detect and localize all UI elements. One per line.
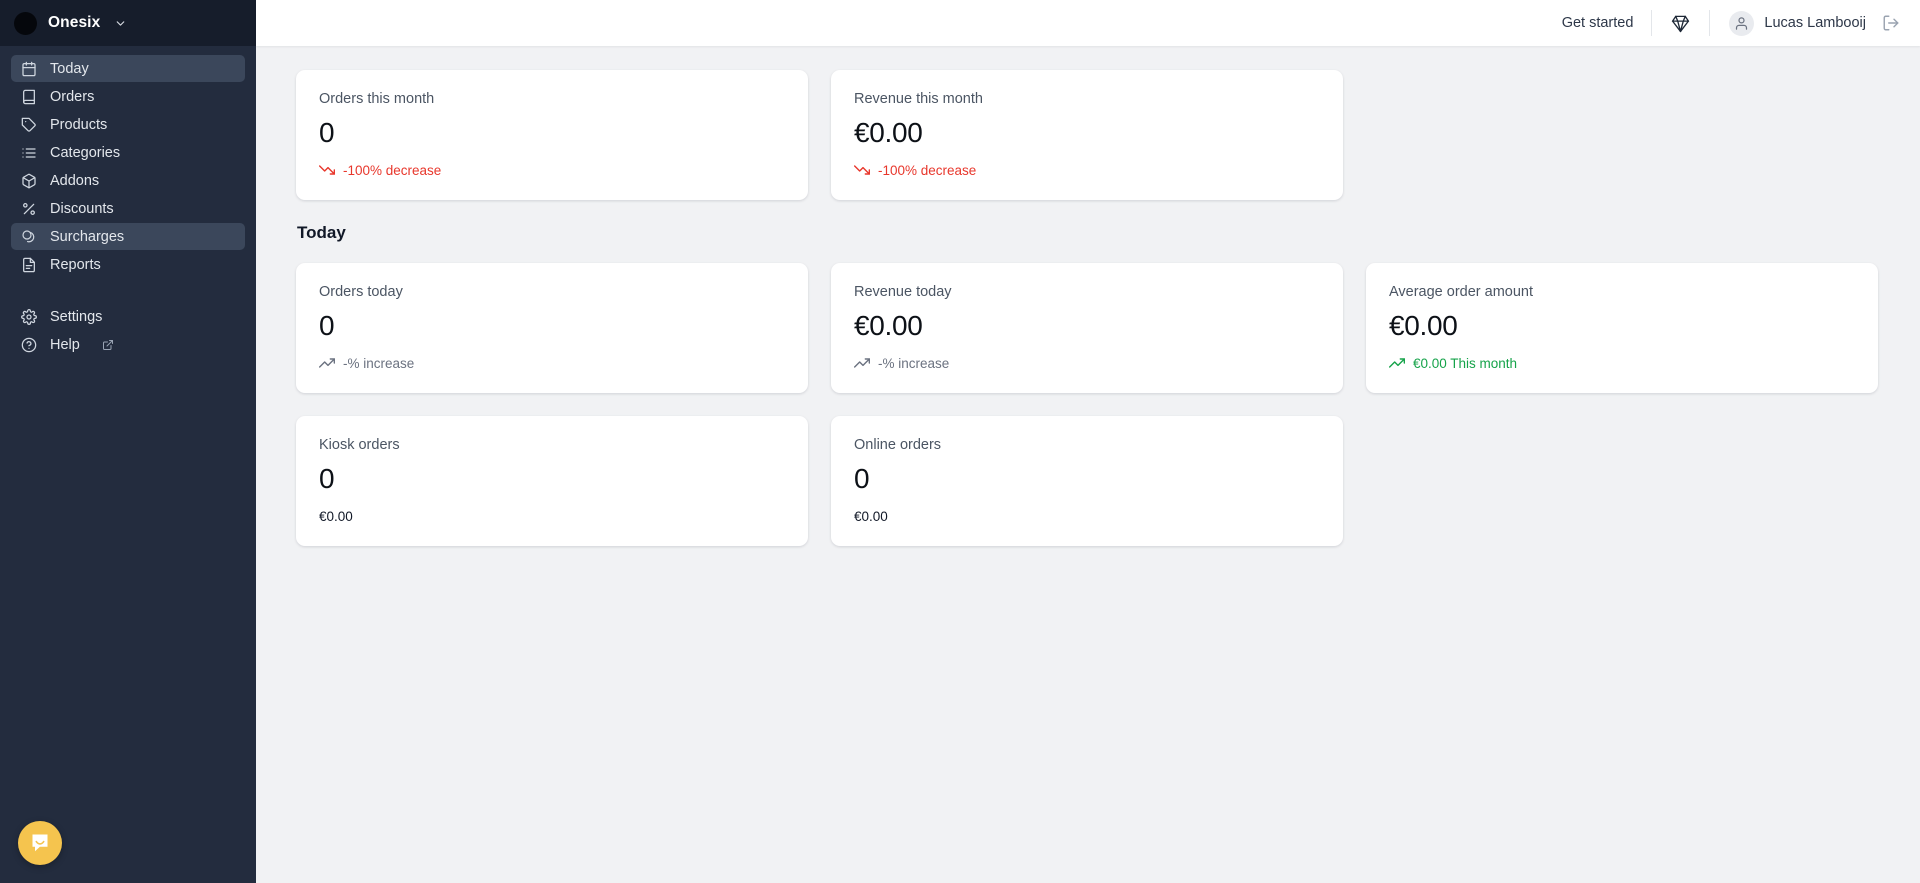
sidebar-item-label: Discounts (50, 200, 114, 217)
card-trend: -% increase (854, 355, 1320, 371)
list-icon (20, 144, 37, 161)
sidebar-item-help[interactable]: Help (11, 331, 245, 358)
coins-icon (20, 228, 37, 245)
sidebar-item-label: Surcharges (50, 228, 125, 245)
card-subvalue: €0.00 (319, 508, 353, 524)
sidebar-item-categories[interactable]: Categories (11, 139, 245, 166)
card-trend: -100% decrease (854, 162, 1320, 178)
card-trend: -% increase (319, 355, 785, 371)
sidebar-item-discounts[interactable]: Discounts (11, 195, 245, 222)
calendar-icon (20, 60, 37, 77)
card-revenue-this-month: Revenue this month €0.00 -100% decrease (831, 70, 1343, 201)
card-label: Revenue this month (854, 91, 983, 107)
sidebar-item-label: Settings (50, 308, 103, 325)
card-label: Revenue today (854, 284, 952, 301)
sidebar-item-products[interactable]: Products (11, 111, 245, 138)
card-trend-text: €0.00 This month (1413, 355, 1518, 371)
card-trend-text: -100% decrease (878, 162, 977, 178)
sidebar-item-addons[interactable]: Addons (11, 167, 245, 194)
sidebar-item-label: Today (50, 60, 89, 77)
user-name: Lucas Lambooij (1764, 15, 1866, 31)
trending-up-icon (1389, 355, 1405, 371)
channel-card-row: Kiosk orders 0 €0.00 Online orders 0 €0.… (296, 416, 1880, 546)
percent-icon (20, 200, 37, 217)
today-card-row: Orders today 0 -% increase Revenue today… (296, 263, 1880, 394)
sidebar-item-label: Reports (50, 256, 101, 273)
card-label: Orders today (319, 284, 403, 301)
sidebar: Onesix Today Orders Products Categories … (0, 0, 256, 883)
card-revenue-today: Revenue today €0.00 -% increase (831, 263, 1343, 394)
sidebar-item-settings[interactable]: Settings (11, 303, 245, 330)
trending-down-icon (319, 162, 335, 178)
sidebar-item-label: Categories (50, 144, 121, 161)
chat-bubble-icon (28, 831, 52, 855)
package-icon (20, 172, 37, 189)
top-bar: Get started Lucas Lambooij (256, 0, 1920, 46)
card-average-order-amount: Average order amount €0.00 €0.00 This mo… (1366, 263, 1878, 394)
card-value: 0 (319, 117, 335, 148)
org-avatar (14, 11, 37, 35)
get-started-link[interactable]: Get started (1544, 15, 1652, 31)
card-value: 0 (854, 463, 870, 495)
card-value: €0.00 (854, 310, 923, 342)
card-orders-today: Orders today 0 -% increase (296, 263, 808, 394)
sidebar-item-label: Addons (50, 172, 100, 189)
book-icon (20, 88, 37, 105)
chat-launcher-button[interactable] (18, 821, 62, 865)
document-icon (20, 256, 37, 273)
external-link-icon (102, 339, 114, 351)
month-card-row: Orders this month 0 -100% decrease Reven… (296, 70, 1880, 201)
gem-icon[interactable] (1652, 14, 1709, 33)
card-trend: -100% decrease (319, 162, 785, 178)
gear-icon (20, 308, 37, 325)
trending-up-icon (854, 355, 870, 371)
user-avatar-icon (1729, 10, 1755, 36)
sidebar-item-label: Help (50, 336, 80, 353)
card-trend-text: -100% decrease (343, 162, 442, 178)
app-root: Onesix Today Orders Products Categories … (0, 0, 1920, 883)
card-online-orders: Online orders 0 €0.00 (831, 416, 1343, 546)
card-label: Online orders (854, 437, 942, 454)
question-mark-icon (20, 336, 37, 353)
sidebar-nav: Today Orders Products Categories Addons … (0, 46, 256, 358)
sidebar-item-today[interactable]: Today (11, 55, 245, 82)
card-subvalue: €0.00 (854, 508, 888, 524)
user-menu[interactable]: Lucas Lambooij (1710, 10, 1880, 36)
card-value: 0 (319, 463, 335, 495)
card-trend-text: -% increase (878, 355, 950, 371)
tag-icon (20, 116, 37, 133)
sidebar-item-orders[interactable]: Orders (11, 83, 245, 110)
org-name: Onesix (48, 14, 101, 31)
card-value: 0 (319, 310, 335, 342)
sidebar-item-label: Products (50, 116, 108, 133)
card-label: Kiosk orders (319, 437, 400, 454)
nav-divider-space (11, 279, 245, 302)
logout-icon[interactable] (1880, 14, 1900, 32)
card-kiosk-orders: Kiosk orders 0 €0.00 (296, 416, 808, 546)
trending-down-icon (854, 162, 870, 178)
sidebar-item-label: Orders (50, 88, 95, 105)
card-orders-this-month: Orders this month 0 -100% decrease (296, 70, 808, 201)
sidebar-item-surcharges[interactable]: Surcharges (11, 223, 245, 250)
dashboard-content: Orders this month 0 -100% decrease Reven… (256, 46, 1920, 883)
card-label: Average order amount (1389, 284, 1534, 301)
trending-up-icon (319, 355, 335, 371)
section-title-today: Today (297, 223, 346, 243)
card-label: Orders this month (319, 91, 435, 107)
card-value: €0.00 (1389, 310, 1458, 342)
card-trend: €0.00 This month (1389, 355, 1855, 371)
chevron-down-icon (114, 17, 127, 30)
sidebar-item-reports[interactable]: Reports (11, 251, 245, 278)
main-area: Get started Lucas Lambooij Orders this m… (256, 0, 1920, 883)
org-switcher[interactable]: Onesix (0, 0, 256, 46)
card-trend-text: -% increase (343, 355, 415, 371)
card-value: €0.00 (854, 117, 923, 148)
